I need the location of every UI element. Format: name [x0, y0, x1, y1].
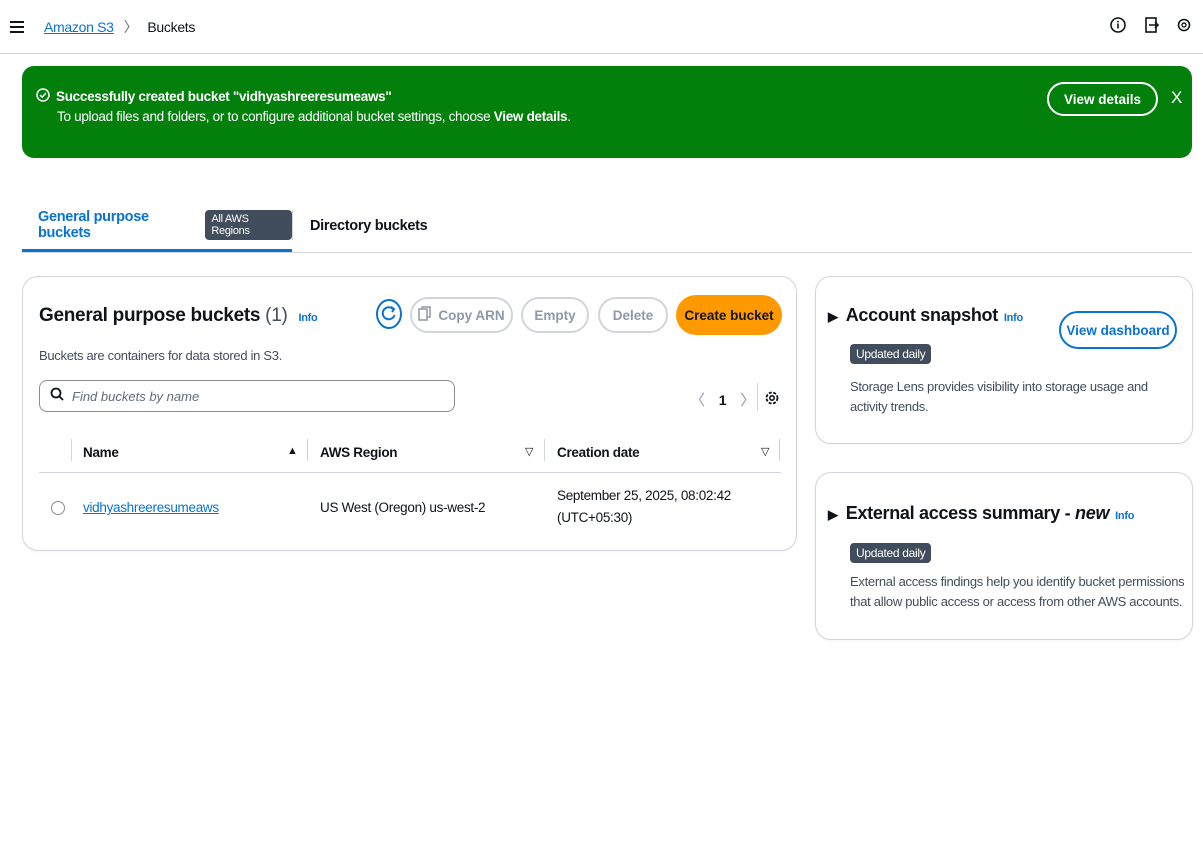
search-box[interactable] — [39, 380, 455, 412]
info-link[interactable]: Info — [1115, 510, 1134, 522]
close-icon[interactable]: X — [1171, 88, 1182, 108]
column-divider — [71, 439, 72, 461]
flash-title-text: Successfully created bucket "vidhyashree… — [56, 89, 392, 104]
sort-ascending-icon[interactable]: ▲ — [287, 445, 298, 457]
copy-icon — [418, 305, 432, 325]
column-header-creation-date[interactable]: Creation date — [557, 445, 640, 460]
tab-divider — [292, 210, 293, 240]
updated-daily-badge: Updated daily — [850, 344, 932, 364]
menu-icon[interactable] — [8, 18, 26, 36]
bucket-region: US West (Oregon) us-west-2 — [320, 500, 486, 515]
caret-right-icon[interactable]: ▶ — [828, 309, 838, 324]
external-title: External access summary - — [845, 503, 1076, 523]
create-bucket-button[interactable]: Create bucket — [676, 295, 782, 335]
chevron-right-icon[interactable]: 〉 — [740, 389, 755, 410]
account-snapshot-heading[interactable]: ▶ Account snapshot Info — [828, 305, 1023, 326]
info-link[interactable]: Info — [1004, 312, 1023, 324]
refresh-icon[interactable] — [375, 298, 403, 335]
flash-desc-text: To upload files and folders, or to confi… — [57, 109, 494, 124]
table-settings-icon[interactable] — [764, 390, 780, 411]
column-header-name[interactable]: Name — [83, 445, 119, 460]
empty-button[interactable]: Empty — [521, 297, 589, 333]
chevron-left-icon[interactable]: 〈 — [690, 389, 705, 410]
tab-general-purpose-buckets[interactable]: General purpose buckets All AWS Regions — [22, 200, 292, 252]
breadcrumb-current: Buckets — [147, 18, 196, 35]
info-link[interactable]: Info — [298, 312, 317, 324]
flash-description: To upload files and folders, or to confi… — [36, 109, 1176, 124]
breadcrumb-amazon-s3[interactable]: Amazon S3 — [44, 19, 114, 35]
external-access-panel: ▶ External access summary - new Info Updat… — [815, 472, 1193, 640]
all-regions-badge: All AWS Regions — [205, 209, 292, 240]
buckets-heading: General purpose buckets (1) Info — [39, 305, 318, 327]
view-details-button[interactable]: View details — [1046, 82, 1158, 116]
column-divider — [544, 439, 545, 461]
copy-arn-button[interactable]: Copy ARN — [410, 297, 513, 333]
bucket-name-link[interactable]: vidhyashreeresumeaws — [83, 500, 219, 515]
page-number[interactable]: 1 — [719, 392, 727, 408]
check-circle-icon — [36, 88, 50, 105]
flash-title: Successfully created bucket "vidhyashree… — [36, 88, 1176, 105]
gear-icon[interactable] — [1177, 14, 1191, 36]
external-description: External access findings help you identi… — [850, 574, 1185, 609]
view-dashboard-button[interactable]: View dashboard — [1059, 311, 1177, 349]
tab-directory-buckets[interactable]: Directory buckets — [310, 200, 428, 252]
delete-button[interactable]: Delete — [598, 297, 668, 333]
column-divider — [779, 439, 780, 461]
exit-panel-icon[interactable] — [1143, 14, 1161, 36]
table-row: vidhyashreeresumeaws US West (Oregon) us… — [39, 475, 781, 539]
search-input[interactable] — [72, 388, 442, 404]
updated-daily-badge: Updated daily — [850, 543, 932, 563]
snapshot-description: Storage Lens provides visibility into st… — [850, 379, 1148, 414]
chevron-right-icon: 〉 — [123, 18, 138, 35]
table-header: Name ▲ AWS Region ▽ Creation date ▽ — [39, 435, 781, 473]
buckets-title: General purpose buckets — [39, 305, 261, 326]
sort-icon[interactable]: ▽ — [525, 445, 533, 458]
info-circle-icon[interactable] — [1109, 14, 1127, 36]
bucket-tabs: General purpose buckets All AWS Regions … — [22, 200, 1192, 253]
account-snapshot-panel: ▶ Account snapshot Info Updated daily View… — [815, 276, 1193, 444]
column-divider — [307, 439, 308, 461]
flash-desc-suffix: . — [567, 109, 571, 124]
sort-icon[interactable]: ▽ — [761, 445, 769, 458]
search-icon — [50, 387, 64, 406]
flash-desc-bold: View details — [493, 109, 568, 124]
pager-divider — [757, 383, 758, 411]
external-access-heading[interactable]: ▶ External access summary - new Info — [828, 503, 1134, 524]
timezone-line: (UTC+05:30) — [557, 510, 633, 525]
success-flash-banner: Successfully created bucket "vidhyashree… — [22, 66, 1192, 158]
date-line: September 25, 2025, 08:02:42 — [557, 488, 731, 503]
top-bar: Amazon S3 〉 Buckets — [0, 0, 1203, 54]
pagination: 〈 1 〉 — [690, 389, 755, 410]
caret-right-icon[interactable]: ▶ — [828, 507, 838, 522]
buckets-count: (1) — [265, 305, 288, 326]
bucket-creation-date: September 25, 2025, 08:02:42 (UTC+05:30) — [557, 485, 731, 529]
copy-arn-label: Copy ARN — [438, 307, 505, 323]
buckets-table-container: General purpose buckets (1) Info Buckets… — [22, 276, 797, 551]
buckets-description: Buckets are containers for data stored i… — [39, 348, 283, 363]
column-header-region[interactable]: AWS Region — [320, 445, 398, 460]
snapshot-title: Account snapshot — [845, 305, 999, 325]
new-label: new — [1075, 503, 1110, 523]
tab-label: General purpose buckets — [38, 208, 149, 241]
row-select-radio[interactable] — [51, 501, 65, 515]
